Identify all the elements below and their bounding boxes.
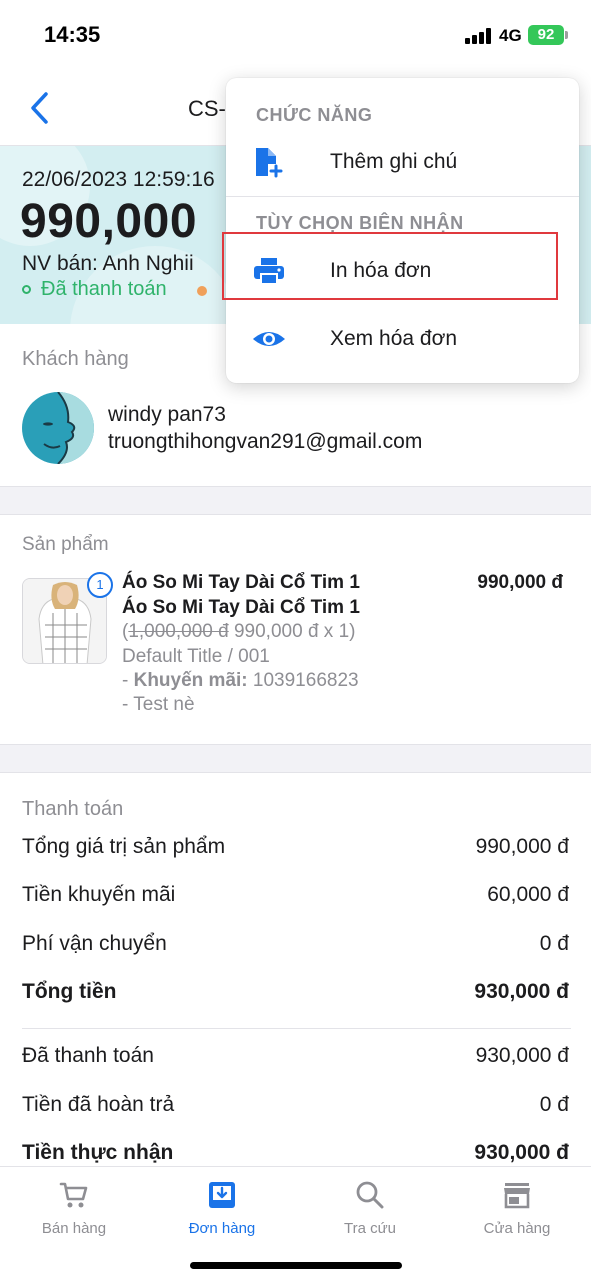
net-received-label: Tiền thực nhận xyxy=(22,1141,174,1164)
tab-orders[interactable]: Đơn hàng xyxy=(148,1167,296,1247)
home-indicator xyxy=(190,1262,402,1269)
view-invoice-label: Xem hóa đơn xyxy=(330,327,458,350)
original-price: 1,000,000 đ xyxy=(128,621,229,642)
shipping-label: Phí vận chuyển xyxy=(22,932,167,955)
signal-icon xyxy=(465,28,493,44)
face-avatar-icon xyxy=(22,392,94,464)
subtotal-value: 990,000 đ xyxy=(475,835,569,858)
avatar xyxy=(22,392,94,464)
total-label: Tổng tiền xyxy=(22,980,117,1003)
tab-sales-label: Bán hàng xyxy=(41,1220,107,1237)
tab-orders-label: Đơn hàng xyxy=(188,1220,256,1237)
product-name: Áo So Mi Tay Dài Cổ Tim 1 xyxy=(122,572,360,593)
page-title: CS- xyxy=(188,96,226,121)
fulfillment-status-dot-icon xyxy=(197,286,207,296)
discount-label: Tiền khuyến mãi xyxy=(22,883,176,906)
product-line-total: 990,000 đ xyxy=(477,572,563,593)
product-note: - Test nè xyxy=(122,694,195,715)
product-promo: - Khuyến mãi: 1039166823 xyxy=(122,670,359,692)
paid-value: 930,000 đ xyxy=(475,1044,569,1067)
menu-divider xyxy=(226,196,579,197)
product-price-detail: (1,000,000 đ 990,000 đ x 1) xyxy=(122,621,355,643)
refunded-value: 0 đ xyxy=(539,1093,569,1116)
menu-header-receipt: TÙY CHỌN BIÊN NHẬN xyxy=(256,213,464,233)
promo-prefix: - xyxy=(122,670,134,691)
section-divider xyxy=(0,486,591,515)
chevron-left-icon xyxy=(31,92,48,124)
product-section-label: Sản phẩm xyxy=(22,534,109,555)
status-time: 14:35 xyxy=(44,22,101,47)
promo-code: 1039166823 xyxy=(247,670,359,691)
total-value: 930,000 đ xyxy=(474,980,569,1003)
menu-item-add-note[interactable]: Thêm ghi chú xyxy=(226,130,579,194)
status-dot-icon xyxy=(22,285,31,295)
customer-section-label: Khách hàng xyxy=(22,348,129,370)
orders-icon xyxy=(209,1182,235,1208)
add-note-label: Thêm ghi chú xyxy=(330,150,458,173)
store-icon xyxy=(504,1183,530,1209)
shipping-value: 0 đ xyxy=(539,932,569,955)
tab-lookup[interactable]: Tra cứu xyxy=(296,1167,444,1247)
net-received-value: 930,000 đ xyxy=(474,1141,569,1164)
payment-divider xyxy=(22,1028,571,1029)
customer-name: windy pan73 xyxy=(108,403,226,426)
product-name-line2: Áo So Mi Tay Dài Cổ Tim 1 xyxy=(122,597,360,618)
order-date: 22/06/2023 12:59:16 xyxy=(22,168,215,191)
print-invoice-label: In hóa đơn xyxy=(330,259,432,282)
quantity-badge: 1 xyxy=(87,572,113,598)
status-bar: 14:35 4G 92 xyxy=(0,0,591,70)
seller-label: NV bán: Anh Nghii xyxy=(22,252,194,275)
menu-header-functions: CHỨC NĂNG xyxy=(256,105,373,125)
customer-email: truongthihongvan291@gmail.com xyxy=(108,430,423,453)
eye-icon xyxy=(253,332,285,346)
promo-label: Khuyến mãi: xyxy=(133,670,248,691)
payment-status-text: Đã thanh toán xyxy=(41,278,167,300)
tab-store-label: Cửa hàng xyxy=(483,1220,551,1237)
menu-item-view-invoice[interactable]: Xem hóa đơn xyxy=(226,307,579,371)
product-variant: Default Title / 001 xyxy=(122,646,270,667)
refunded-label: Tiền đã hoàn trả xyxy=(22,1093,175,1116)
network-label: 4G xyxy=(499,26,522,45)
tab-sales[interactable]: Bán hàng xyxy=(0,1167,148,1247)
paid-label: Đã thanh toán xyxy=(22,1044,154,1067)
battery-icon: 92 xyxy=(528,25,564,45)
section-divider xyxy=(0,744,591,773)
tab-store[interactable]: Cửa hàng xyxy=(443,1167,591,1247)
search-icon xyxy=(356,1181,384,1209)
subtotal-label: Tổng giá trị sản phẩm xyxy=(22,835,226,858)
cart-icon xyxy=(59,1182,88,1208)
battery-tip xyxy=(565,31,568,39)
add-note-icon xyxy=(256,148,283,178)
options-menu: CHỨC NĂNG Thêm ghi chú TÙY CHỌN BIÊN NHẬ… xyxy=(226,78,579,383)
payment-section-label: Thanh toán xyxy=(22,798,124,820)
back-button[interactable] xyxy=(26,90,56,126)
unit-price-qty: 990,000 đ x 1) xyxy=(228,621,356,642)
order-amount: 990,000 xyxy=(20,195,198,248)
printer-icon xyxy=(254,258,284,285)
payment-status-badge: Đã thanh toán xyxy=(22,278,167,301)
tab-lookup-label: Tra cứu xyxy=(344,1220,396,1237)
menu-item-print-invoice[interactable]: In hóa đơn xyxy=(226,239,579,303)
discount-value: 60,000 đ xyxy=(487,883,569,906)
